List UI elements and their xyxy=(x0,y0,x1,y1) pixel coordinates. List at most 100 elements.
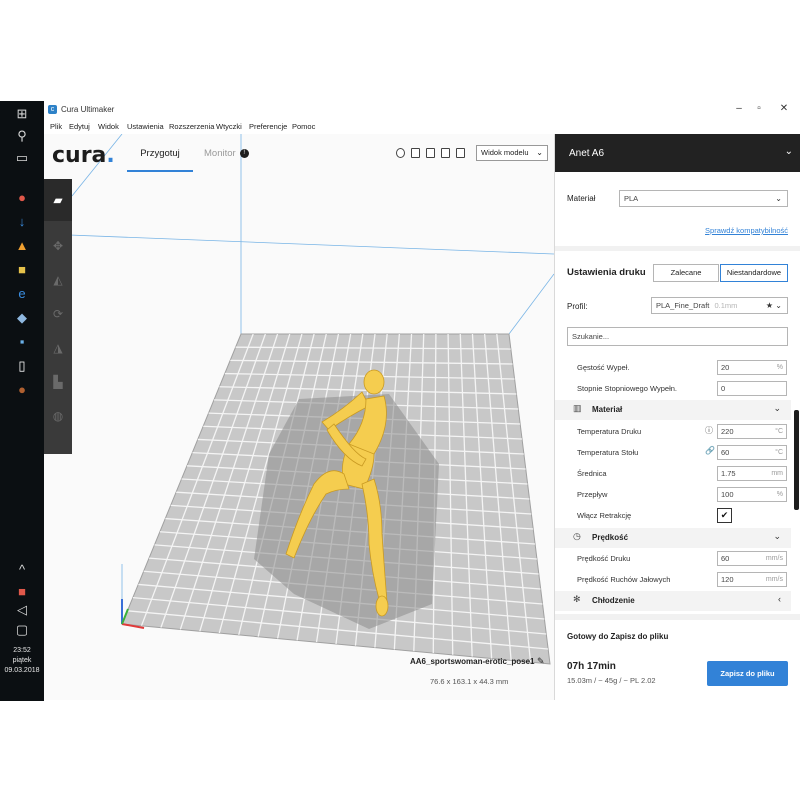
material-select[interactable]: PLA ⌄ xyxy=(619,190,788,207)
tab-monitor-label: Monitor xyxy=(204,148,236,159)
setting-value-field[interactable]: 60 °C xyxy=(717,445,787,460)
setting-label: Średnica xyxy=(577,469,607,478)
taskbar-clock[interactable]: 23:52 piątek 09.03.2018 xyxy=(0,646,44,676)
recommended-mode-button[interactable]: Zalecane xyxy=(653,264,719,282)
per-model-settings-icon[interactable]: ▙ xyxy=(49,373,67,391)
setting-unit: mm xyxy=(771,470,783,477)
tab-prepare[interactable]: Przygotuj xyxy=(127,134,193,172)
menu-settings[interactable]: Ustawienia xyxy=(127,122,164,131)
close-button[interactable]: ✕ xyxy=(777,103,791,114)
download-icon[interactable]: ↓ xyxy=(12,213,32,231)
move-tool-icon[interactable]: ✥ xyxy=(49,237,67,255)
settings-category[interactable]: ◷ Prędkość ⌄ xyxy=(555,528,791,548)
setting-value-field[interactable]: 120 mm/s xyxy=(717,572,787,587)
view-3d-icon[interactable] xyxy=(396,148,405,158)
notification-icon[interactable]: ▢ xyxy=(12,621,32,639)
chevron-icon: ‹ xyxy=(778,594,781,604)
setting-unit: mm/s xyxy=(765,576,783,583)
menu-edit[interactable]: Edytuj xyxy=(69,122,90,131)
view-right-icon[interactable] xyxy=(456,148,465,158)
menu-preferences[interactable]: Preferencje xyxy=(249,122,287,131)
paint-icon[interactable]: ◆ xyxy=(12,309,32,327)
view-mode-select[interactable]: Widok modelu ⌄ xyxy=(476,145,548,161)
view-left-icon[interactable] xyxy=(441,148,450,158)
view-top-icon[interactable] xyxy=(426,148,435,158)
rotate-tool-icon[interactable]: ⟳ xyxy=(49,305,67,323)
setting-value-field[interactable]: 1.75 mm xyxy=(717,466,787,481)
custom-mode-button[interactable]: Niestandardowe xyxy=(720,264,788,282)
open-file-button[interactable]: ▰ xyxy=(44,179,72,221)
chevron-icon: ⌄ xyxy=(773,531,781,541)
scale-tool-icon[interactable]: ◭ xyxy=(49,271,67,289)
setting-value-field[interactable]: 100% xyxy=(717,487,787,502)
windows-taskbar: ⊞ ⚲ ▭ ● ↓ ▲ ■ e ◆ ▪ ▯ ● ^ ■ ◁ ▢ 23:52 pi… xyxy=(0,101,44,701)
cura-app-icon: c xyxy=(48,105,57,114)
build-plate-scene[interactable] xyxy=(44,134,554,700)
setting-value: 60 xyxy=(721,554,730,563)
setting-checkbox[interactable]: ✔ xyxy=(717,508,732,523)
mirror-tool-icon[interactable]: ◮ xyxy=(49,339,67,357)
settings-scrollbar[interactable] xyxy=(794,410,799,510)
tab-monitor[interactable]: Monitor! xyxy=(204,134,266,172)
view-front-icon[interactable] xyxy=(411,148,420,158)
setting-value-field[interactable]: 20% xyxy=(717,360,787,375)
support-blocker-icon[interactable]: ◍ xyxy=(49,407,67,425)
chrome-icon[interactable]: ● xyxy=(12,189,32,207)
app-icon-2[interactable]: ● xyxy=(12,381,32,399)
setting-label: Włącz Retrakcję xyxy=(577,511,632,520)
setting-unit: % xyxy=(776,491,783,498)
category-icon: ✻ xyxy=(573,594,581,604)
link-icon[interactable]: 🔗 xyxy=(705,446,715,455)
menu-file[interactable]: Plik xyxy=(50,122,62,131)
category-label: Materiał xyxy=(592,405,623,414)
3d-viewport[interactable] xyxy=(44,134,554,700)
tab-prepare-label: Przygotuj xyxy=(140,148,180,159)
setting-value-field[interactable]: 0 xyxy=(717,381,787,396)
folder-icon[interactable]: ■ xyxy=(12,261,32,279)
setting-label: Stopnie Stopniowego Wypełn. xyxy=(577,384,677,393)
setting-unit: mm/s xyxy=(765,555,783,562)
setting-value: 1.75 xyxy=(721,469,736,478)
material-label: Materiał xyxy=(567,194,596,203)
profile-select[interactable]: PLA_Fine_Draft 0.1mm ★ ⌄ xyxy=(651,297,788,314)
menu-extensions[interactable]: Rozszerzenia xyxy=(169,122,214,131)
chevron-down-icon: ⌄ xyxy=(536,148,543,157)
volume-icon[interactable]: ◁ xyxy=(12,601,32,619)
settings-category[interactable]: ▥ Materiał ⌄ xyxy=(555,400,791,420)
app-icon[interactable]: ▪ xyxy=(12,333,32,351)
setting-value: 120 xyxy=(721,575,734,584)
print-settings-title: Ustawienia druku xyxy=(567,267,646,278)
menu-plugins[interactable]: Wtyczki xyxy=(216,122,242,131)
settings-category[interactable]: ✻ Chłodzenie ‹ xyxy=(555,591,791,611)
screen: ⊞ ⚲ ▭ ● ↓ ▲ ■ e ◆ ▪ ▯ ● ^ ■ ◁ ▢ 23:52 pi… xyxy=(0,0,800,800)
settings-search-input[interactable]: Szukanie... xyxy=(567,327,788,346)
settings-sidebar: Anet A6 ⌄ Materiał PLA ⌄ Sprawdź kompaty… xyxy=(554,134,800,700)
setting-label: Przepływ xyxy=(577,490,608,499)
setting-value: 0 xyxy=(721,384,726,393)
menu-help[interactable]: Pomoc xyxy=(292,122,315,131)
setting-label: Prędkość Ruchów Jałowych xyxy=(577,575,671,584)
printer-selector[interactable]: Anet A6 ⌄ xyxy=(555,134,800,172)
compatibility-link[interactable]: Sprawdź kompatybilność xyxy=(705,226,788,235)
minimize-button[interactable]: – xyxy=(732,103,746,114)
windows-start-icon[interactable]: ⊞ xyxy=(12,105,32,123)
material-usage: 15.03m / ~ 45g / ~ PL 2.02 xyxy=(567,676,656,685)
setting-value: 20 xyxy=(721,363,730,372)
setting-value-field[interactable]: 60 mm/s xyxy=(717,551,787,566)
chevron-up-icon[interactable]: ^ xyxy=(12,561,32,579)
vlc-icon[interactable]: ▲ xyxy=(12,237,32,255)
tray-icon[interactable]: ■ xyxy=(12,583,32,601)
folder-open-icon: ▰ xyxy=(53,193,63,207)
maximize-button[interactable]: ▫ xyxy=(752,103,766,114)
info-icon[interactable]: ⓘ xyxy=(705,425,713,436)
task-view-icon[interactable]: ▭ xyxy=(12,149,32,167)
save-to-file-button[interactable]: Zapisz do pliku xyxy=(707,661,788,686)
edge-icon[interactable]: e xyxy=(12,285,32,303)
setting-row: Stopnie Stopniowego Wypełn. 0 xyxy=(555,379,791,399)
setting-value-field[interactable]: 220 °C xyxy=(717,424,787,439)
pencil-icon[interactable]: ✎ xyxy=(537,656,545,667)
document-icon[interactable]: ▯ xyxy=(12,357,32,375)
search-icon[interactable]: ⚲ xyxy=(12,127,32,145)
setting-row: Prędkość Druku 60 mm/s xyxy=(555,549,791,569)
menu-view[interactable]: Widok xyxy=(98,122,119,131)
